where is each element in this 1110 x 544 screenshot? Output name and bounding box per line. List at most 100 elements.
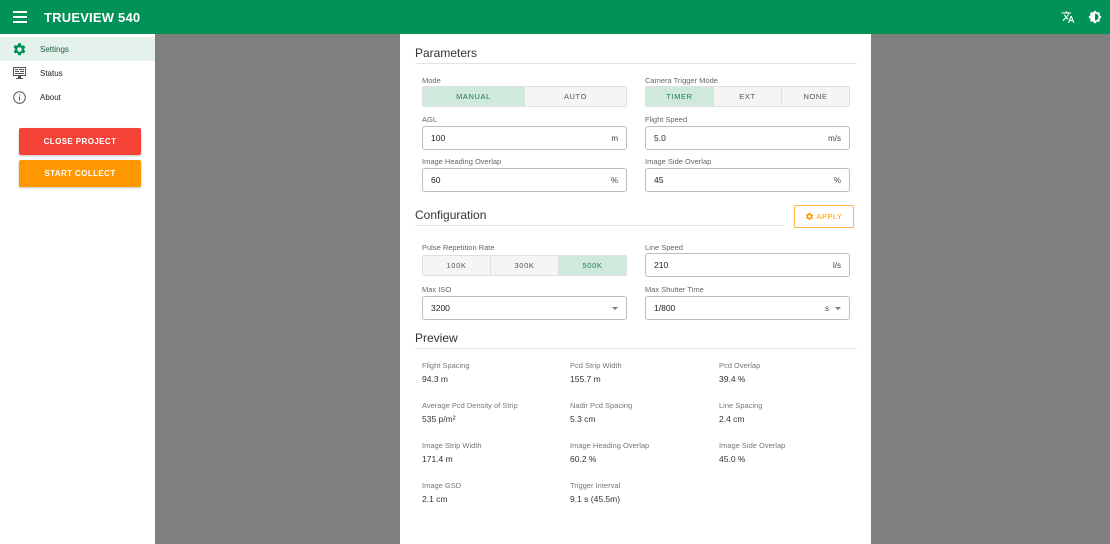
stat-flight-spacing: Flight Spacing 94.3 m [422,361,470,385]
image-side-overlap-input[interactable]: 45 % [645,168,850,192]
flight-speed-label: Flight Speed [645,115,688,124]
max-shutter-time-unit: s [825,303,829,313]
agl-label: AGL [422,115,438,124]
hamburger-menu-icon[interactable] [13,11,27,23]
stat-value: 535 p/m² [422,414,456,424]
agl-unit: m [611,133,618,143]
start-collect-button[interactable]: START COLLECT [19,160,141,187]
sidebar-item-label: About [40,92,61,102]
stat-value: 94.3 m [422,374,448,384]
agl-input[interactable]: 100 m [422,126,627,150]
section-divider [415,348,857,349]
apply-button[interactable]: APPLY [794,205,854,228]
configuration-title: Configuration [415,208,487,222]
max-shutter-time-label: Max Shutter Time [645,285,704,294]
preview-title: Preview [415,331,458,345]
stat-image-gsd: Image GSD 2.1 cm [422,481,461,505]
max-iso-select[interactable]: 3200 [422,296,627,320]
translate-icon[interactable] [1061,10,1075,24]
sidebar-item-status[interactable]: Status [0,61,155,85]
mode-label: Mode [422,76,441,85]
stat-value: 171.4 m [422,454,453,464]
stat-value: 2.4 cm [719,414,745,424]
stat-label: Flight Spacing [422,361,470,370]
stat-nadir-pcd-spacing: Nadir Pcd Spacing 5.3 cm [570,401,632,425]
image-heading-overlap-label: Image Heading Overlap [422,157,502,166]
prr-option-500k[interactable]: 500K [559,256,626,275]
app-bar: TRUEVIEW 540 [0,0,1110,34]
trigger-option-none[interactable]: NONE [782,87,849,106]
prr-option-100k[interactable]: 100K [423,256,491,275]
stat-label: Trigger Interval [570,481,621,490]
image-side-overlap-label: Image Side Overlap [645,157,712,166]
contrast-icon[interactable] [1088,10,1102,24]
gear-icon [11,41,27,57]
stat-line-spacing: Line Spacing 2.4 cm [719,401,762,425]
line-speed-label: Line Speed [645,243,683,252]
image-heading-overlap-unit: % [610,175,618,185]
stat-label: Average Pcd Density of Strip [422,401,518,410]
camera-trigger-mode-toggle: TIMER EXT NONE [645,86,850,107]
stat-value: 2.1 cm [422,494,448,504]
mode-option-manual[interactable]: MANUAL [423,87,525,106]
stat-value: 155.7 m [570,374,601,384]
stat-value: 60.2 % [570,454,597,464]
gear-icon [806,212,814,220]
section-divider [415,63,857,64]
max-iso-value: 3200 [431,303,450,313]
stat-label: Image GSD [422,481,462,490]
trigger-option-timer[interactable]: TIMER [646,87,714,106]
stat-value: 9.1 s (45.5m) [570,494,621,504]
stat-trigger-interval: Trigger Interval 9.1 s (45.5m) [570,481,620,505]
image-side-overlap-unit: % [833,175,841,185]
flight-speed-unit: m/s [828,133,841,143]
flight-speed-value: 5.0 [654,133,666,143]
stat-image-strip-width: Image Strip Width 171.4 m [422,441,482,465]
stat-average-pcd-density: Average Pcd Density of Strip 535 p/m² [422,401,518,425]
stat-value: 45.0 % [719,454,746,464]
mode-option-auto[interactable]: AUTO [525,87,626,106]
camera-trigger-mode-label: Camera Trigger Mode [645,76,718,85]
stat-value: 5.3 cm [570,414,596,424]
stat-value: 39.4 % [719,374,746,384]
sidebar-item-about[interactable]: About [0,85,155,109]
apply-label: APPLY [816,212,843,221]
settings-panel: Parameters Mode MANUAL AUTO Camera Trigg… [400,34,871,544]
stat-image-side-overlap: Image Side Overlap 45.0 % [719,441,785,465]
stat-label: Image Heading Overlap [570,441,650,450]
line-speed-unit: l/s [833,260,841,270]
sidebar-item-label: Status [40,68,63,78]
sidebar: Settings Status About CLOSE PROJECT STAR… [0,34,155,544]
sidebar-item-label: Settings [40,44,69,54]
max-shutter-time-select[interactable]: 1/800 s [645,296,850,320]
app-title: TRUEVIEW 540 [44,9,141,25]
pulse-repetition-rate-label: Pulse Repetition Rate [422,243,495,252]
stat-pcd-strip-width: Pcd Strip Width 155.7 m [570,361,622,385]
stat-label: Line Spacing [719,401,763,410]
stat-label: Pcd Overlap [719,361,761,370]
stat-label: Image Side Overlap [719,441,786,450]
stat-image-heading-overlap: Image Heading Overlap 60.2 % [570,441,649,465]
image-heading-overlap-input[interactable]: 60 % [422,168,627,192]
pulse-repetition-rate-toggle: 100K 300K 500K [422,255,627,276]
dropdown-arrow-icon [835,306,841,310]
stat-label: Image Strip Width [422,441,482,450]
monitor-icon [11,65,27,81]
image-side-overlap-value: 45 [654,175,664,185]
image-heading-overlap-value: 60 [431,175,441,185]
sidebar-item-settings[interactable]: Settings [0,37,155,61]
dropdown-arrow-icon [612,306,618,310]
max-shutter-time-value: 1/800 [654,303,676,313]
line-speed-input[interactable]: 210 l/s [645,253,850,277]
trigger-option-ext[interactable]: EXT [714,87,782,106]
prr-option-300k[interactable]: 300K [491,256,559,275]
stat-label: Nadir Pcd Spacing [570,401,633,410]
agl-value: 100 [431,133,446,143]
flight-speed-input[interactable]: 5.0 m/s [645,126,850,150]
parameters-title: Parameters [415,46,478,60]
close-project-button[interactable]: CLOSE PROJECT [19,128,141,155]
section-divider [415,225,785,226]
stat-label: Pcd Strip Width [570,361,622,370]
line-speed-value: 210 [654,260,669,270]
info-icon [11,89,27,105]
